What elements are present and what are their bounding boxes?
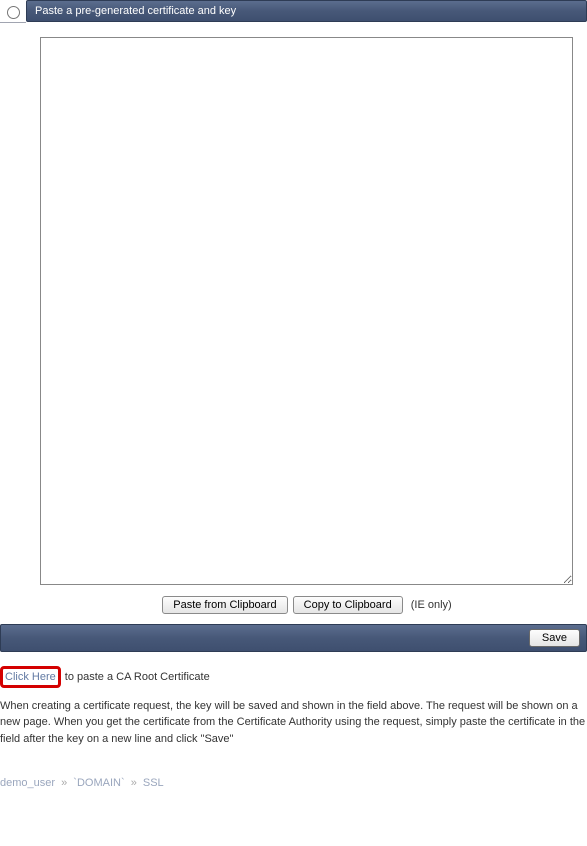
help-text: When creating a certificate request, the…	[0, 698, 587, 748]
click-here-highlight: Click Here	[0, 666, 61, 688]
section-title: Paste a pre-generated certificate and ke…	[26, 0, 587, 22]
ca-root-rest: to paste a CA Root Certificate	[62, 671, 210, 683]
breadcrumb: demo_user » `DOMAIN` » SSL	[0, 777, 587, 789]
breadcrumb-sep-2: »	[131, 777, 137, 789]
save-bar: Save	[0, 624, 587, 652]
click-here-link[interactable]: Click Here	[5, 671, 56, 683]
ca-root-line: Click Here to paste a CA Root Certificat…	[0, 666, 587, 688]
paste-from-clipboard-button[interactable]: Paste from Clipboard	[162, 596, 287, 614]
breadcrumb-user[interactable]: demo_user	[0, 777, 55, 789]
copy-to-clipboard-button[interactable]: Copy to Clipboard	[293, 596, 403, 614]
save-button[interactable]: Save	[529, 629, 580, 647]
breadcrumb-page[interactable]: SSL	[143, 777, 164, 789]
paste-cert-radio[interactable]	[7, 6, 20, 19]
breadcrumb-sep-1: »	[61, 777, 67, 789]
breadcrumb-domain[interactable]: `DOMAIN`	[73, 777, 124, 789]
ie-only-note: (IE only)	[411, 599, 452, 611]
certificate-textarea[interactable]	[40, 37, 573, 585]
